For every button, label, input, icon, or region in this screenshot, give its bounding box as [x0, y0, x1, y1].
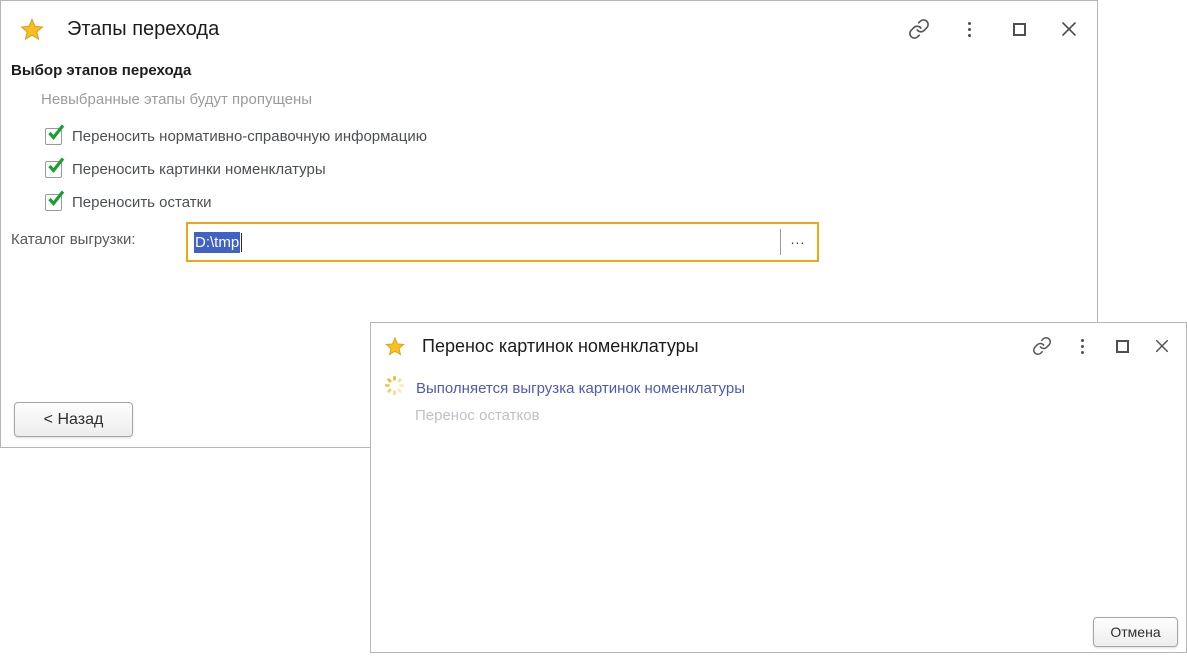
- cancel-button[interactable]: Отмена: [1093, 617, 1178, 647]
- desktop: Этапы перехода: [0, 0, 1187, 657]
- checkbox-checked[interactable]: [45, 194, 62, 211]
- export-folder-value: D:\tmp: [194, 232, 240, 253]
- menu-dots-icon[interactable]: [957, 17, 981, 41]
- back-button[interactable]: < Назад: [14, 402, 133, 437]
- menu-dots-glyph: [968, 22, 971, 37]
- close-icon[interactable]: [1057, 17, 1081, 41]
- spinner-icon: [384, 375, 405, 401]
- export-folder-input[interactable]: D:\tmp ...: [186, 222, 819, 262]
- star-icon: [19, 17, 45, 42]
- window-picture-transfer: Перенос картинок номенклатуры: [370, 322, 1187, 653]
- export-folder-label: Каталог выгрузки:: [11, 231, 136, 248]
- link-icon[interactable]: [1030, 334, 1054, 358]
- window1-titlebar: Этапы перехода: [1, 1, 1097, 57]
- checkbox-checked[interactable]: [45, 161, 62, 178]
- checkbox-row-transfer-item-pictures[interactable]: Переносить картинки номенклатуры: [45, 158, 326, 180]
- progress-current-row: Выполняется выгрузка картинок номенклату…: [384, 375, 745, 401]
- input-separator: [780, 229, 781, 255]
- window2-titlebar-icons: [1030, 323, 1174, 369]
- text-caret: [241, 233, 242, 252]
- checkbox-row-transfer-balances[interactable]: Переносить остатки: [45, 191, 212, 213]
- checkbox-label: Переносить картинки номенклатуры: [72, 161, 326, 178]
- progress-current-text: Выполняется выгрузка картинок номенклату…: [416, 380, 745, 397]
- checkbox-row-transfer-reference-info[interactable]: Переносить нормативно-справочную информа…: [45, 125, 427, 147]
- checkbox-label: Переносить остатки: [72, 194, 212, 211]
- maximize-icon[interactable]: [1007, 17, 1031, 41]
- section-heading: Выбор этапов перехода: [11, 62, 191, 79]
- window1-titlebar-icons: [907, 1, 1081, 57]
- close-icon[interactable]: [1150, 334, 1174, 358]
- menu-dots-icon[interactable]: [1070, 334, 1094, 358]
- window2-title: Перенос картинок номенклатуры: [422, 336, 699, 357]
- hint-text: Невыбранные этапы будут пропущены: [41, 91, 312, 108]
- choose-folder-button[interactable]: ...: [783, 224, 813, 260]
- window2-titlebar: Перенос картинок номенклатуры: [371, 323, 1186, 369]
- maximize-glyph: [1013, 23, 1026, 36]
- checkbox-checked[interactable]: [45, 128, 62, 145]
- menu-dots-glyph: [1081, 339, 1084, 354]
- window1-title: Этапы перехода: [67, 18, 219, 41]
- checkbox-label: Переносить нормативно-справочную информа…: [72, 128, 427, 145]
- maximize-glyph: [1116, 340, 1129, 353]
- progress-pending-text: Перенос остатков: [415, 407, 540, 424]
- star-icon: [384, 336, 406, 357]
- link-icon[interactable]: [907, 17, 931, 41]
- maximize-icon[interactable]: [1110, 334, 1134, 358]
